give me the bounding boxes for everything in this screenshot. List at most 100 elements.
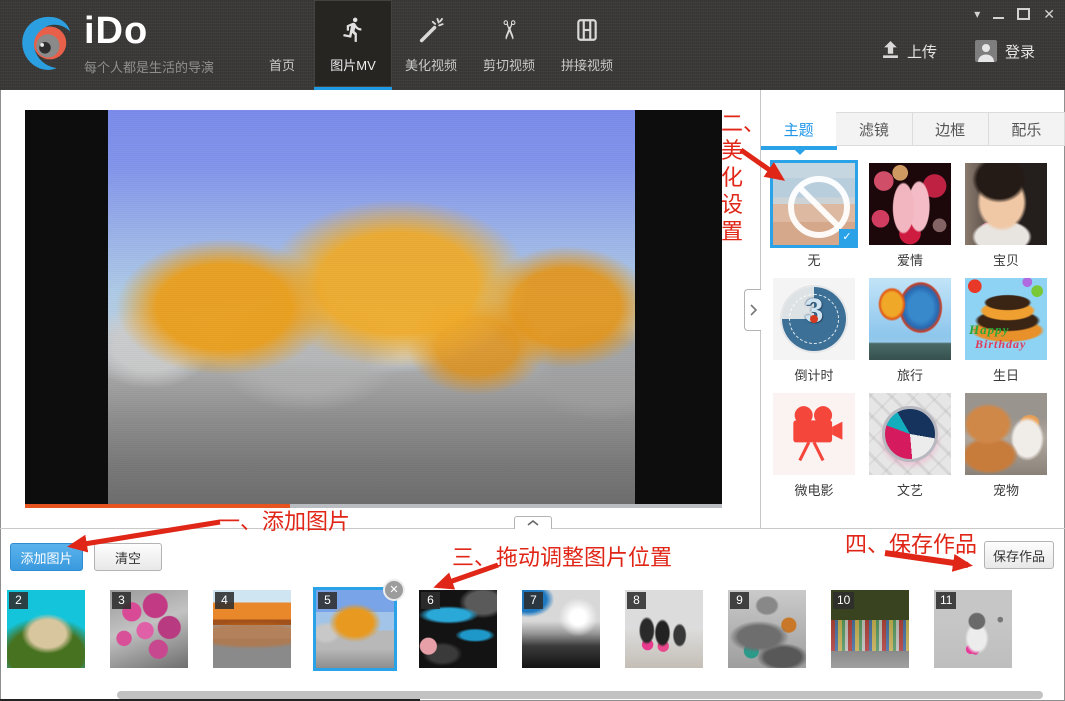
panel-tabs: 主题 滤镜 边框 配乐	[761, 112, 1065, 146]
thumbnail-number-badge: 5	[318, 592, 337, 609]
tab-filter[interactable]: 滤镜	[836, 112, 912, 146]
theme-label: 旅行	[869, 365, 951, 384]
theme-label: 宠物	[965, 480, 1047, 499]
movie-camera-icon	[783, 401, 845, 468]
theme-label: 微电影	[773, 480, 855, 499]
thumbnail-number-badge: 11	[936, 592, 956, 609]
main-nav: 首页 图片MV 美化视频	[250, 0, 626, 90]
nav-label: 图片MV	[330, 55, 376, 74]
timeline-thumbnail-9[interactable]: 9	[728, 590, 806, 668]
close-icon[interactable]: ✕	[1043, 6, 1055, 23]
timeline-thumbnail-8[interactable]: 8	[625, 590, 703, 668]
theme-thumbnail: Happy Birthday	[965, 278, 1047, 360]
theme-label: 宝贝	[965, 250, 1047, 269]
theme-item-artsy[interactable]: 文艺	[869, 393, 951, 499]
theme-thumbnail	[869, 278, 951, 360]
thumbnail-number-badge: 2	[9, 592, 28, 609]
theme-label: 生日	[965, 365, 1047, 384]
annotation-step2: 二、 美 化 设 置	[721, 110, 771, 245]
timeline-thumbnail-6[interactable]: 6	[419, 590, 497, 668]
nav-item-cut-video[interactable]: ✂ 剪切视频	[470, 0, 548, 90]
clear-button[interactable]: 清空	[94, 543, 162, 571]
timeline-scrollbar[interactable]	[117, 691, 1043, 699]
nav-item-beautify-video[interactable]: 美化视频	[392, 0, 470, 90]
theme-item-birthday[interactable]: Happy Birthday 生日	[965, 278, 1047, 384]
app-tagline: 每个人都是生活的导演	[84, 57, 214, 76]
scissors-icon: ✂	[498, 14, 520, 46]
nav-label: 首页	[269, 55, 295, 74]
home-grid-icon	[279, 14, 285, 46]
nav-label: 剪切视频	[483, 55, 535, 74]
thumbnail-number-badge: 7	[524, 592, 543, 609]
maximize-icon[interactable]	[1017, 8, 1030, 20]
film-strip-icon	[574, 14, 600, 46]
theme-label: 文艺	[869, 480, 951, 499]
theme-grid: ✓ 无 爱情 宝贝 3 倒计时 旅行	[773, 163, 1051, 499]
active-tab-caret	[795, 150, 805, 160]
theme-item-baby[interactable]: 宝贝	[965, 163, 1047, 269]
app-logo: iDo 每个人都是生活的导演	[16, 12, 214, 77]
save-work-button[interactable]: 保存作品	[984, 541, 1054, 569]
upload-label: 上传	[907, 41, 937, 62]
thumbnail-number-badge: 4	[215, 592, 234, 609]
upload-button[interactable]: 上传	[882, 41, 937, 62]
camera-lens-icon	[882, 406, 938, 462]
theme-item-countdown[interactable]: 3 倒计时	[773, 278, 855, 384]
app-window: iDo 每个人都是生活的导演 首页 图片MV	[0, 0, 1065, 701]
tab-music[interactable]: 配乐	[989, 112, 1065, 146]
nav-label: 拼接视频	[561, 55, 613, 74]
theme-thumbnail	[965, 163, 1047, 245]
thumbnail-number-badge: 6	[421, 592, 440, 609]
timeline-thumbnail-4[interactable]: 4	[213, 590, 291, 668]
menu-caret-icon[interactable]: ▾	[974, 7, 980, 21]
thumbnail-strip: 2 3 4 5 ✕ 6 7 8 9	[7, 590, 1012, 668]
theme-item-micro-movie[interactable]: 微电影	[773, 393, 855, 499]
selected-check-icon: ✓	[839, 229, 855, 245]
annotation-step1: 一、添加图片	[218, 504, 350, 536]
minimize-icon[interactable]	[993, 17, 1004, 19]
timeline-thumbnail-2[interactable]: 2	[7, 590, 85, 668]
theme-thumbnail	[869, 163, 951, 245]
thumbnail-number-badge: 9	[730, 592, 749, 609]
login-label: 登录	[1005, 41, 1035, 62]
timeline-thumbnail-3[interactable]: 3	[110, 590, 188, 668]
theme-label: 无	[773, 250, 855, 269]
theme-label: 倒计时	[773, 365, 855, 384]
theme-label: 爱情	[869, 250, 951, 269]
nav-item-join-video[interactable]: 拼接视频	[548, 0, 626, 90]
playback-progress	[25, 504, 722, 508]
panel-collapse-button[interactable]	[744, 289, 761, 331]
countdown-number: 3	[773, 292, 855, 331]
tab-theme[interactable]: 主题	[761, 112, 836, 146]
theme-item-none[interactable]: ✓ 无	[773, 163, 855, 269]
annotation-step3: 三、拖动调整图片位置	[452, 540, 672, 572]
add-images-button[interactable]: 添加图片	[10, 543, 83, 571]
upload-icon	[882, 41, 899, 62]
runner-icon	[340, 14, 367, 46]
birthday-overlay-text: Birthday	[975, 337, 1026, 352]
thumbnail-remove-button[interactable]: ✕	[383, 579, 405, 601]
nav-item-picture-mv[interactable]: 图片MV	[314, 0, 392, 90]
theme-thumbnail: 3	[773, 278, 855, 360]
countdown-center-dot	[810, 315, 818, 323]
theme-item-pet[interactable]: 宠物	[965, 393, 1047, 499]
theme-item-love[interactable]: 爱情	[869, 163, 951, 269]
login-button[interactable]: 登录	[975, 40, 1035, 62]
app-name: iDo	[84, 12, 214, 52]
timeline-thumbnail-10[interactable]: 10	[831, 590, 909, 668]
login-avatar-icon	[975, 40, 997, 62]
tab-border[interactable]: 边框	[913, 112, 989, 146]
thumbnail-number-badge: 3	[112, 592, 131, 609]
nav-label: 美化视频	[405, 55, 457, 74]
timeline-thumbnail-5-selected[interactable]: 5 ✕	[316, 590, 394, 668]
timeline-thumbnail-7[interactable]: 7	[522, 590, 600, 668]
title-bar: iDo 每个人都是生活的导演 首页 图片MV	[0, 0, 1065, 90]
nav-item-home[interactable]: 首页	[250, 0, 314, 90]
preview-photo	[108, 110, 635, 504]
birthday-overlay-text: Happy	[969, 322, 1009, 338]
strip-collapse-button[interactable]	[514, 516, 552, 529]
preview-area	[25, 110, 722, 508]
timeline-thumbnail-11[interactable]: 11	[934, 590, 1012, 668]
theme-item-travel[interactable]: 旅行	[869, 278, 951, 384]
app-logo-icon	[16, 12, 74, 77]
